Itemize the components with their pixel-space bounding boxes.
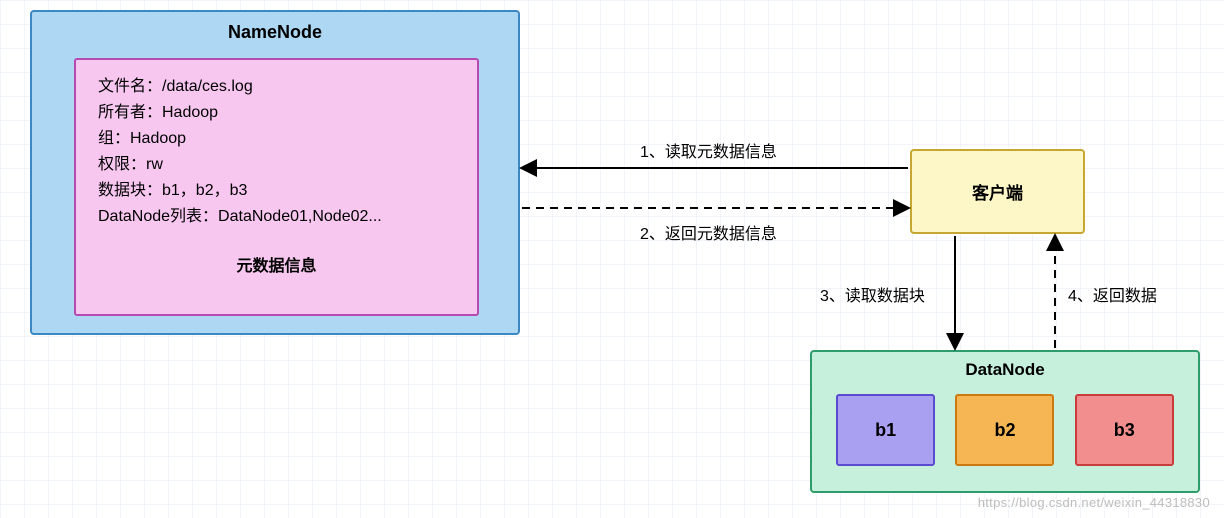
datanode-blocks: b1 b2 b3 xyxy=(812,394,1198,466)
block-b1: b1 xyxy=(836,394,935,466)
datanode-box: DataNode b1 b2 b3 xyxy=(810,350,1200,493)
label-arrow4: 4、返回数据 xyxy=(1068,282,1157,306)
block-b2: b2 xyxy=(955,394,1054,466)
meta-group: 组：Hadoop xyxy=(98,126,455,152)
meta-filename: 文件名：/data/ces.log xyxy=(98,74,455,100)
meta-footer: 元数据信息 xyxy=(98,252,455,276)
metadata-box: 文件名：/data/ces.log 所有者：Hadoop 组：Hadoop 权限… xyxy=(74,58,479,316)
meta-blocks: 数据块：b1，b2，b3 xyxy=(98,178,455,204)
meta-dnlist: DataNode列表：DataNode01,Node02... xyxy=(98,204,455,230)
client-label: 客户端 xyxy=(972,179,1023,204)
meta-owner: 所有者：Hadoop xyxy=(98,100,455,126)
watermark: https://blog.csdn.net/weixin_44318830 xyxy=(978,495,1210,510)
label-arrow2: 2、返回元数据信息 xyxy=(640,220,777,244)
namenode-title: NameNode xyxy=(32,22,518,43)
client-box: 客户端 xyxy=(910,149,1085,234)
diagram-canvas: NameNode 文件名：/data/ces.log 所有者：Hadoop 组：… xyxy=(0,0,1224,518)
meta-perm: 权限：rw xyxy=(98,152,455,178)
block-b3: b3 xyxy=(1075,394,1174,466)
label-arrow1: 1、读取元数据信息 xyxy=(640,138,777,162)
label-arrow3: 3、读取数据块 xyxy=(820,282,925,306)
namenode-box: NameNode 文件名：/data/ces.log 所有者：Hadoop 组：… xyxy=(30,10,520,335)
datanode-title: DataNode xyxy=(812,360,1198,380)
